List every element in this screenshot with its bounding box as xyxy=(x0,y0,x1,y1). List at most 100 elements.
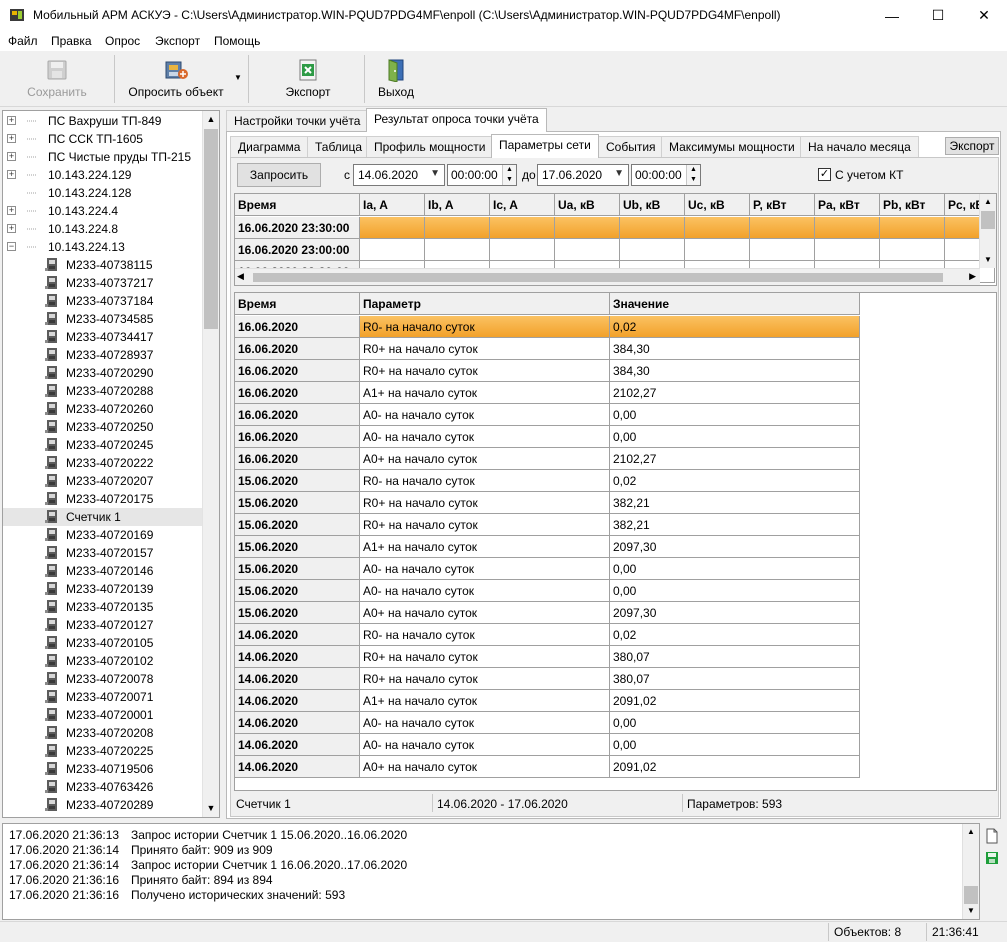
row-date-cell[interactable]: 14.06.2020 xyxy=(235,756,360,778)
tree-node-meter[interactable]: M233-40720139 xyxy=(3,580,203,598)
poll-object-button[interactable]: Опросить объект xyxy=(120,53,232,105)
upper-vscroll-thumb[interactable] xyxy=(981,211,995,229)
scroll-up-icon[interactable]: ▲ xyxy=(963,824,979,840)
tree-node-meter[interactable]: M233-40720289 xyxy=(3,796,203,814)
menu-export[interactable]: Экспорт xyxy=(155,34,200,48)
value-cell[interactable]: 384,30 xyxy=(610,338,860,360)
scroll-right-icon[interactable]: ▶ xyxy=(969,271,976,282)
row-date-cell[interactable]: 14.06.2020 xyxy=(235,690,360,712)
row-date-cell[interactable]: 14.06.2020 xyxy=(235,712,360,734)
log-panel[interactable]: 17.06.2020 21:36:13 Запрос истории Счетчи… xyxy=(2,823,980,920)
value-cell[interactable]: 2091,02 xyxy=(610,756,860,778)
value-cell[interactable]: 0,00 xyxy=(610,580,860,602)
param-cell[interactable]: R0+ на начало суток xyxy=(360,338,610,360)
column-header[interactable]: Ib, A xyxy=(425,194,490,216)
param-cell[interactable]: A0- на начало суток xyxy=(360,580,610,602)
tree-node-group[interactable]: + ПС Вахруши ТП-849 xyxy=(3,112,203,130)
param-cell[interactable]: A0- на начало суток xyxy=(360,558,610,580)
tree-node-group[interactable]: + ПС Чистые пруды ТП-215 xyxy=(3,148,203,166)
tree-node-meter[interactable]: M233-40720078 xyxy=(3,670,203,688)
tree-node-group[interactable]: − 10.143.224.13 xyxy=(3,238,203,256)
value-cell[interactable]: 382,21 xyxy=(610,492,860,514)
save-button[interactable]: Сохранить xyxy=(14,53,100,105)
tab-diagram[interactable]: Диаграмма xyxy=(230,136,309,157)
tree-node-meter[interactable]: M233-40763426 xyxy=(3,778,203,796)
tree-node-meter[interactable]: M233-40720175 xyxy=(3,490,203,508)
scroll-down-icon[interactable]: ▼ xyxy=(963,903,979,919)
upper-grid-hscroll[interactable]: ◀ ▶ xyxy=(235,268,980,285)
tab-month-start[interactable]: На начало месяца xyxy=(800,136,919,157)
param-cell[interactable]: A0- на начало суток xyxy=(360,712,610,734)
scroll-left-icon[interactable]: ◀ xyxy=(237,271,244,282)
spin-updown-icon[interactable]: ▲ ▼ xyxy=(502,165,516,185)
grid-cell[interactable] xyxy=(815,239,880,261)
param-cell[interactable]: R0- на начало суток xyxy=(360,470,610,492)
exit-button[interactable]: Выход xyxy=(370,53,422,105)
column-header[interactable]: Значение xyxy=(610,293,860,315)
tree-node-meter[interactable]: M233-40720222 xyxy=(3,454,203,472)
column-header[interactable]: Pa, кВт xyxy=(815,194,880,216)
param-cell[interactable]: R0- на начало суток xyxy=(360,624,610,646)
row-date-cell[interactable]: 16.06.2020 xyxy=(235,316,360,338)
tree-node-meter[interactable]: M233-40720157 xyxy=(3,544,203,562)
tree-node-meter[interactable]: M233-40734585 xyxy=(3,310,203,328)
row-date-cell[interactable]: 15.06.2020 xyxy=(235,514,360,536)
param-cell[interactable]: A1+ на начало суток xyxy=(360,382,610,404)
tree-node-group[interactable]: +10.143.224.129 xyxy=(3,166,203,184)
grid-cell[interactable] xyxy=(815,217,880,239)
grid-cell[interactable] xyxy=(620,217,685,239)
tree-node-meter[interactable]: M233-40737217 xyxy=(3,274,203,292)
value-cell[interactable]: 2102,27 xyxy=(610,382,860,404)
to-date-picker[interactable]: 17.06.2020 ▼ xyxy=(537,164,629,186)
expand-icon[interactable]: + xyxy=(7,170,16,179)
tree-node-meter[interactable]: M233-40719506 xyxy=(3,760,203,778)
param-cell[interactable]: A0- на начало суток xyxy=(360,734,610,756)
grid-cell[interactable] xyxy=(425,239,490,261)
tree-node-meter[interactable]: Счетчик 1 xyxy=(3,508,203,526)
column-header[interactable]: Uc, кВ xyxy=(685,194,750,216)
grid-cell[interactable] xyxy=(685,239,750,261)
param-cell[interactable]: A1+ на начало суток xyxy=(360,536,610,558)
scroll-up-icon[interactable]: ▲ xyxy=(980,194,996,210)
kt-checkbox[interactable]: ✓ xyxy=(818,168,831,181)
row-date-cell[interactable]: 15.06.2020 xyxy=(235,580,360,602)
param-cell[interactable]: R0+ на начало суток xyxy=(360,646,610,668)
row-date-cell[interactable]: 15.06.2020 xyxy=(235,602,360,624)
tree-node-meter[interactable]: M233-40720288 xyxy=(3,382,203,400)
value-cell[interactable]: 2097,30 xyxy=(610,536,860,558)
row-date-cell[interactable]: 16.06.2020 xyxy=(235,382,360,404)
menu-file[interactable]: Файл xyxy=(8,34,38,48)
close-button[interactable]: ✕ xyxy=(961,0,1007,31)
row-date-cell[interactable]: 15.06.2020 xyxy=(235,558,360,580)
tab-events[interactable]: События xyxy=(598,136,664,157)
save-log-icon[interactable] xyxy=(985,851,999,865)
to-time-input[interactable]: 00:00:00 ▲ ▼ xyxy=(631,164,701,186)
scroll-up-icon[interactable]: ▲ xyxy=(203,111,219,128)
tree-node-group[interactable]: 10.143.224.128 xyxy=(3,184,203,202)
menu-edit[interactable]: Правка xyxy=(51,34,92,48)
column-header[interactable]: Время xyxy=(235,293,360,315)
tree-node-meter[interactable]: M233-40720102 xyxy=(3,652,203,670)
new-log-icon[interactable] xyxy=(985,828,999,844)
object-tree[interactable]: + ПС Вахруши ТП-849 + ПС ССК ТП-1605 + ПС Чис… xyxy=(2,110,220,818)
tree-scroll-thumb[interactable] xyxy=(204,129,218,329)
value-cell[interactable]: 0,02 xyxy=(610,470,860,492)
value-cell[interactable]: 380,07 xyxy=(610,668,860,690)
param-cell[interactable]: A0- на начало суток xyxy=(360,404,610,426)
grid-cell[interactable] xyxy=(490,239,555,261)
row-date-cell[interactable]: 14.06.2020 xyxy=(235,668,360,690)
expand-icon[interactable]: + xyxy=(7,224,16,233)
tree-node-meter[interactable]: M233-40720225 xyxy=(3,742,203,760)
export-toolbar-button[interactable]: Экспорт xyxy=(268,53,348,105)
row-date-cell[interactable]: 16.06.2020 xyxy=(235,404,360,426)
request-button[interactable]: Запросить xyxy=(237,163,321,187)
value-cell[interactable]: 0,00 xyxy=(610,712,860,734)
minimize-button[interactable]: — xyxy=(869,0,915,31)
tab-poll-result[interactable]: Результат опроса точки учёта xyxy=(366,108,547,132)
tree-node-meter[interactable]: M233-40737184 xyxy=(3,292,203,310)
tree-node-meter[interactable]: M233-40720127 xyxy=(3,616,203,634)
tree-node-meter[interactable]: M233-40720260 xyxy=(3,400,203,418)
tree-node-meter[interactable]: M233-40738115 xyxy=(3,256,203,274)
column-header[interactable]: Ua, кВ xyxy=(555,194,620,216)
param-cell[interactable]: R0+ на начало суток xyxy=(360,668,610,690)
